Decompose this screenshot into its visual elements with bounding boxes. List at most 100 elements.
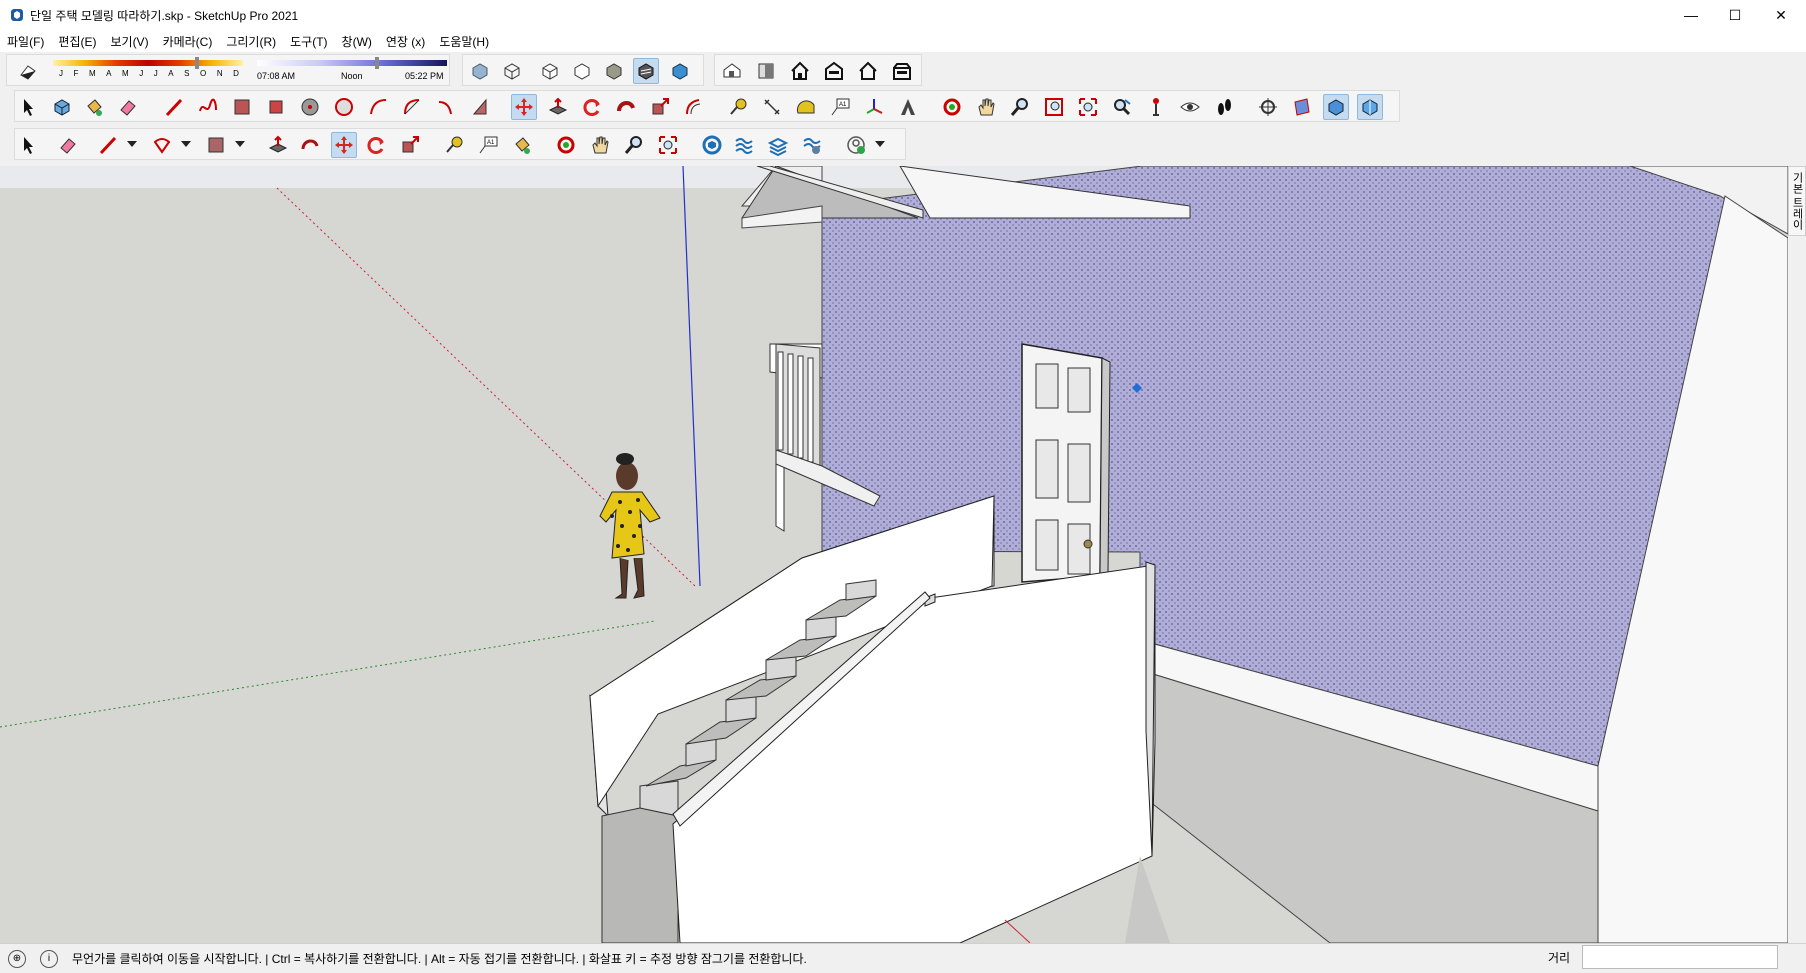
display-section-planes-icon[interactable]: [1289, 94, 1315, 120]
arc-icon[interactable]: [149, 132, 175, 158]
menu-view[interactable]: 보기(V): [103, 33, 155, 50]
rectangle-icon[interactable]: [203, 132, 229, 158]
make-component-icon[interactable]: [49, 94, 75, 120]
styles-wireframe-icon[interactable]: [499, 58, 525, 84]
menu-draw[interactable]: 그리기(R): [219, 33, 283, 50]
paint-bucket-icon[interactable]: [509, 132, 535, 158]
time-slider[interactable]: [257, 60, 447, 66]
orbit-icon[interactable]: [553, 132, 579, 158]
views-top-icon[interactable]: [753, 58, 779, 84]
extension-manager-icon[interactable]: [799, 132, 825, 158]
offset-icon[interactable]: [297, 132, 323, 158]
info-icon[interactable]: i: [40, 949, 58, 968]
maximize-button[interactable]: ☐: [1712, 0, 1758, 30]
scale-icon[interactable]: [647, 94, 673, 120]
move-icon[interactable]: [511, 94, 537, 120]
model-scene[interactable]: [0, 166, 1788, 943]
menu-tools[interactable]: 도구(T): [283, 33, 334, 50]
measurements-input[interactable]: [1582, 945, 1778, 969]
follow-me-icon[interactable]: [613, 94, 639, 120]
pan-icon[interactable]: [973, 94, 999, 120]
offset-icon[interactable]: [681, 94, 707, 120]
3d-viewport[interactable]: [0, 166, 1788, 943]
two-point-arc-icon[interactable]: [399, 94, 425, 120]
shadow-toggle-icon[interactable]: [15, 58, 41, 84]
menu-edit[interactable]: 편집(E): [51, 33, 103, 50]
styles-shaded-texture-icon[interactable]: [601, 58, 627, 84]
position-camera-icon[interactable]: [1143, 94, 1169, 120]
rectangle-icon[interactable]: [229, 94, 255, 120]
close-button[interactable]: ✕: [1758, 0, 1804, 30]
account-icon[interactable]: [843, 132, 869, 158]
move-icon[interactable]: [331, 132, 357, 158]
arc-dropdown-icon[interactable]: [181, 141, 191, 147]
styles-xray-icon[interactable]: [467, 58, 493, 84]
zoom-window-icon[interactable]: [1041, 94, 1067, 120]
zoom-extents-icon[interactable]: [655, 132, 681, 158]
line-icon[interactable]: [161, 94, 187, 120]
polygon-icon[interactable]: [331, 94, 357, 120]
push-pull-icon[interactable]: [265, 132, 291, 158]
date-slider-handle[interactable]: [195, 57, 199, 69]
look-around-icon[interactable]: [1177, 94, 1203, 120]
zoom-extents-icon[interactable]: [1075, 94, 1101, 120]
select-icon[interactable]: [15, 94, 41, 120]
3d-text-icon[interactable]: [895, 94, 921, 120]
scale-icon[interactable]: [397, 132, 423, 158]
layout-icon[interactable]: [765, 132, 791, 158]
time-slider-handle[interactable]: [375, 57, 379, 69]
rotate-icon[interactable]: [579, 94, 605, 120]
display-section-fill-icon[interactable]: [1357, 94, 1383, 120]
rotated-rectangle-icon[interactable]: [263, 94, 289, 120]
freehand-icon[interactable]: [195, 94, 221, 120]
eraser-icon[interactable]: [115, 94, 141, 120]
views-back-icon[interactable]: [855, 58, 881, 84]
menu-help[interactable]: 도움말(H): [432, 33, 496, 50]
dimension-icon[interactable]: [759, 94, 785, 120]
views-right-icon[interactable]: [821, 58, 847, 84]
paint-bucket-icon[interactable]: [81, 94, 107, 120]
styles-monochrome-icon[interactable]: [633, 58, 659, 84]
pencil-icon[interactable]: [95, 132, 121, 158]
menu-file[interactable]: 파일(F): [0, 33, 51, 50]
menu-window[interactable]: 창(W): [335, 33, 379, 50]
axes-icon[interactable]: [861, 94, 887, 120]
default-tray-tab[interactable]: 기본 트레이: [1788, 166, 1806, 236]
menu-extensions[interactable]: 연장 (x): [379, 33, 432, 50]
display-section-cuts-icon[interactable]: [1323, 94, 1349, 120]
zoom-icon[interactable]: [621, 132, 647, 158]
styles-shaded-icon[interactable]: [569, 58, 595, 84]
previous-view-icon[interactable]: [1109, 94, 1135, 120]
rectangle-dropdown-icon[interactable]: [235, 141, 245, 147]
pie-icon[interactable]: [467, 94, 493, 120]
protractor-icon[interactable]: [793, 94, 819, 120]
text-icon[interactable]: A1: [475, 132, 501, 158]
views-front-icon[interactable]: [787, 58, 813, 84]
styles-hidden-line-icon[interactable]: [537, 58, 563, 84]
minimize-button[interactable]: —: [1668, 0, 1714, 30]
orbit-icon[interactable]: [939, 94, 965, 120]
pan-icon[interactable]: [587, 132, 613, 158]
views-iso-icon[interactable]: [719, 58, 745, 84]
walk-icon[interactable]: [1211, 94, 1237, 120]
views-left-icon[interactable]: [889, 58, 915, 84]
rotate-icon[interactable]: [363, 132, 389, 158]
pencil-dropdown-icon[interactable]: [127, 141, 137, 147]
tape-measure-icon[interactable]: [441, 132, 467, 158]
select-icon[interactable]: [15, 132, 41, 158]
zoom-icon[interactable]: [1007, 94, 1033, 120]
styles-color-icon[interactable]: [667, 58, 693, 84]
extension-warehouse-icon[interactable]: [731, 132, 757, 158]
three-point-arc-icon[interactable]: [433, 94, 459, 120]
arc-icon[interactable]: [365, 94, 391, 120]
text-icon[interactable]: A1: [827, 94, 853, 120]
tape-measure-icon[interactable]: [725, 94, 751, 120]
section-plane-icon[interactable]: [1255, 94, 1281, 120]
circle-icon[interactable]: [297, 94, 323, 120]
geo-location-icon[interactable]: ⊕: [8, 949, 26, 968]
push-pull-icon[interactable]: [545, 94, 571, 120]
3d-warehouse-icon[interactable]: [699, 132, 725, 158]
eraser-icon[interactable]: [55, 132, 81, 158]
menu-camera[interactable]: 카메라(C): [156, 33, 220, 50]
date-slider[interactable]: [53, 60, 243, 66]
